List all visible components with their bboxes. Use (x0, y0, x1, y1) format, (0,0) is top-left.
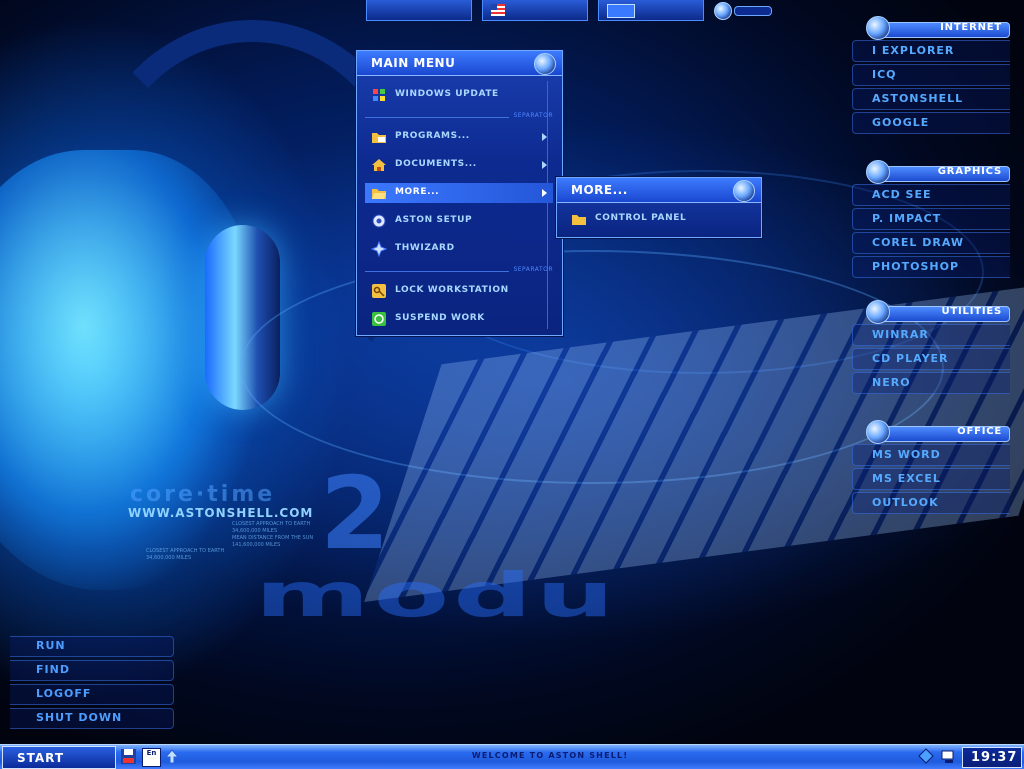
menu-item-aston-setup[interactable]: ASTON SETUP (365, 211, 553, 231)
launcher-ms-word[interactable]: MS WORD (852, 442, 1010, 466)
command-logoff[interactable]: LOGOFF (10, 682, 174, 705)
launcher-astonshell[interactable]: ASTONSHELL (852, 86, 1010, 110)
wallpaper-logo: core·time (130, 482, 276, 507)
desktop-arrow-icon[interactable] (164, 748, 181, 765)
submenu-header: MORE... (557, 178, 761, 203)
menu-item-more[interactable]: MORE... (365, 183, 553, 203)
menu-separator: SEPARATOR (365, 111, 553, 123)
menu-item-suspend-work[interactable]: SUSPEND WORK (365, 309, 553, 329)
computer-tray-icon[interactable] (940, 748, 957, 765)
windows-update-icon (373, 89, 385, 101)
launcher-google[interactable]: GOOGLE (852, 110, 1010, 134)
panel-header: GRAPHICS (852, 160, 1010, 184)
launcher-photoshop[interactable]: PHOTOSHOP (852, 254, 1010, 278)
submenu-title: MORE... (571, 183, 628, 197)
launcher-cd-player[interactable]: CD PLAYER (852, 346, 1010, 370)
start-button[interactable]: START (2, 746, 116, 769)
launcher-outlook[interactable]: OUTLOOK (852, 490, 1010, 514)
panel-graphics: GRAPHICS ACD SEE P. IMPACT COREL DRAW PH… (852, 160, 1010, 278)
flag-icon (491, 4, 505, 16)
main-menu: MAIN MENU WINDOWS UPDATE SEPARATOR PROGR… (356, 50, 563, 336)
launcher-icq[interactable]: ICQ (852, 62, 1010, 86)
launcher-nero[interactable]: NERO (852, 370, 1010, 394)
monitor-icon (607, 4, 635, 18)
wallpaper-url: WWW.ASTONSHELL.COM (128, 506, 314, 520)
taskbar: START En WELCOME TO ASTON SHELL! 19:37 (0, 744, 1024, 769)
language-indicator[interactable]: En (142, 748, 161, 767)
menu-orb-icon[interactable] (534, 53, 556, 75)
top-widget-orb-icon[interactable] (714, 2, 732, 20)
open-folder-icon (372, 189, 386, 199)
submenu-arrow-icon (542, 189, 547, 197)
top-widget-flag[interactable] (482, 0, 588, 21)
command-shut-down[interactable]: SHUT DOWN (10, 706, 174, 729)
submenu-arrow-icon (542, 133, 547, 141)
launcher-i-explorer[interactable]: I EXPLORER (852, 38, 1010, 62)
menu-separator: SEPARATOR (365, 265, 553, 277)
top-widget-monitor[interactable] (598, 0, 704, 21)
key-icon (372, 284, 386, 298)
command-find[interactable]: FIND (10, 658, 174, 681)
launcher-p-impact[interactable]: P. IMPACT (852, 206, 1010, 230)
top-widget-bar (362, 0, 772, 22)
panel-orb-icon[interactable] (866, 160, 890, 184)
wallpaper-fine-print: CLOSEST APPROACH TO EARTH 34,600,000 MIL… (232, 521, 314, 548)
menu-item-thwizard[interactable]: THWIZARD (365, 239, 553, 259)
panel-office: OFFICE MS WORD MS EXCEL OUTLOOK (852, 420, 1010, 514)
launcher-winrar[interactable]: WINRAR (852, 322, 1010, 346)
floppy-icon[interactable] (120, 748, 137, 765)
submenu-orb-icon[interactable] (733, 180, 755, 202)
programs-folder-icon (372, 133, 386, 143)
main-menu-header: MAIN MENU (357, 51, 562, 76)
wallpaper-word: modu (255, 560, 619, 631)
documents-house-icon (372, 159, 386, 171)
panel-header: UTILITIES (852, 300, 1010, 324)
wizard-star-icon (371, 241, 387, 257)
wallpaper-fine-print-left: CLOSEST APPROACH TO EARTH 34,600,000 MIL… (146, 548, 225, 561)
menu-item-documents[interactable]: DOCUMENTS... (365, 155, 553, 175)
wallpaper-number: 2 (320, 455, 390, 572)
top-widget-slider[interactable] (734, 6, 772, 16)
panel-utilities: UTILITIES WINRAR CD PLAYER NERO (852, 300, 1010, 394)
launcher-corel-draw[interactable]: COREL DRAW (852, 230, 1010, 254)
welcome-message: WELCOME TO ASTON SHELL! (471, 751, 629, 760)
suspend-icon (372, 312, 386, 326)
panel-orb-icon[interactable] (866, 16, 890, 40)
submenu-arrow-icon (542, 161, 547, 169)
menu-item-lock-workstation[interactable]: LOCK WORKSTATION (365, 281, 553, 301)
launcher-acd-see[interactable]: ACD SEE (852, 182, 1010, 206)
panel-orb-icon[interactable] (866, 420, 890, 444)
menu-item-windows-update[interactable]: WINDOWS UPDATE (365, 85, 553, 105)
panel-orb-icon[interactable] (866, 300, 890, 324)
command-run[interactable]: RUN (10, 634, 174, 657)
folder-icon (572, 215, 586, 225)
panel-internet: INTERNET I EXPLORER ICQ ASTONSHELL GOOGL… (852, 16, 1010, 134)
network-tray-icon[interactable] (918, 748, 935, 765)
submenu-item-control-panel[interactable]: CONTROL PANEL (565, 209, 751, 229)
panel-header: OFFICE (852, 420, 1010, 444)
launcher-ms-excel[interactable]: MS EXCEL (852, 466, 1010, 490)
more-submenu: MORE... CONTROL PANEL (556, 177, 762, 238)
command-box: RUN FIND LOGOFF SHUT DOWN (10, 634, 174, 730)
setup-gear-icon (372, 214, 386, 228)
main-menu-title: MAIN MENU (371, 56, 456, 70)
panel-header: INTERNET (852, 16, 1010, 40)
top-widget-blank[interactable] (366, 0, 472, 21)
clock[interactable]: 19:37 (962, 747, 1022, 768)
menu-item-programs[interactable]: PROGRAMS... (365, 127, 553, 147)
